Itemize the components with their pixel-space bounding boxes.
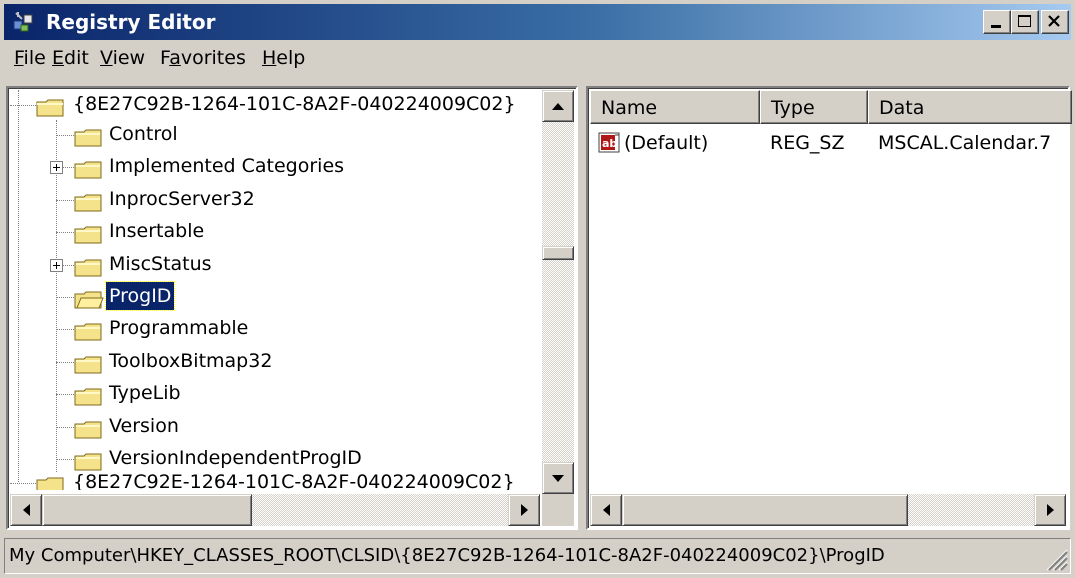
tree-node-progid[interactable]: ProgID — [10, 281, 540, 312]
tree-node-label: {8E27C92E-1264-101C-8A2F-040224009C02} — [73, 471, 515, 490]
tree-node-root[interactable]: {8E27C92B-1264-101C-8A2F-040224009C02} — [10, 90, 540, 120]
window-title: Registry Editor — [46, 10, 216, 34]
list-header: Name Type Data — [590, 90, 1072, 124]
folder-icon — [36, 475, 66, 490]
folder-icon — [74, 321, 104, 341]
title-bar[interactable]: Registry Editor — [4, 4, 1071, 40]
maximize-button[interactable] — [1011, 10, 1039, 34]
folder-icon — [74, 224, 104, 244]
resize-grip-icon[interactable] — [1042, 545, 1068, 571]
tree-node-programmable[interactable]: Programmable — [10, 314, 540, 344]
tree-node-insertable[interactable]: Insertable — [10, 217, 540, 247]
tree-node-label: Insertable — [109, 220, 205, 243]
tree-node-label: MiscStatus — [109, 252, 212, 275]
folder-icon — [74, 257, 104, 277]
tree-horizontal-scrollbar[interactable] — [10, 494, 540, 526]
menu-view[interactable]: View — [94, 46, 151, 70]
values-list-pane[interactable]: Name Type Data ab (Default) REG_SZ MSCAL… — [586, 86, 1072, 530]
menu-favorites[interactable]: Favorites — [154, 46, 252, 70]
tree-node-version[interactable]: Version — [10, 412, 540, 442]
value-type: REG_SZ — [770, 132, 845, 154]
folder-icon — [74, 127, 104, 147]
folder-icon — [74, 192, 104, 212]
tree-node-inprocserver32[interactable]: InprocServer32 — [10, 185, 540, 215]
tree-hscroll-thumb[interactable] — [42, 494, 252, 526]
list-horizontal-scrollbar[interactable] — [590, 494, 1066, 526]
scroll-left-button[interactable] — [590, 494, 622, 526]
tree-node-toolboxbitmap32[interactable]: ToolboxBitmap32 — [10, 347, 540, 377]
folder-open-icon — [74, 289, 104, 309]
folder-icon — [74, 386, 104, 406]
string-value-icon: ab — [598, 132, 622, 154]
tree-node-control[interactable]: Control — [10, 120, 540, 150]
tree-vertical-scrollbar[interactable] — [542, 90, 574, 494]
registry-editor-icon — [12, 11, 36, 33]
tree-vscroll-thumb[interactable] — [542, 246, 574, 260]
tree-node-label: TypeLib — [109, 382, 181, 405]
key-tree[interactable]: {8E27C92B-1264-101C-8A2F-040224009C02} C… — [10, 90, 540, 492]
tree-node-miscstatus[interactable]: MiscStatus — [10, 250, 540, 280]
scrollbar-corner — [542, 494, 574, 526]
column-header-data[interactable]: Data — [868, 90, 1072, 124]
registry-editor-window: Registry Editor File Edit View Favorites… — [0, 0, 1075, 578]
tree-node-label: {8E27C92B-1264-101C-8A2F-040224009C02} — [73, 93, 516, 115]
folder-icon — [74, 354, 104, 374]
scroll-up-button[interactable] — [542, 90, 574, 122]
tree-node-next[interactable]: {8E27C92E-1264-101C-8A2F-040224009C02} — [10, 468, 540, 490]
tree-node-label: Control — [109, 123, 178, 145]
tree-node-label: Implemented Categories — [109, 155, 345, 178]
tree-node-implemented-categories[interactable]: Implemented Categories — [10, 152, 540, 182]
menu-edit[interactable]: Edit — [46, 46, 95, 70]
value-name: (Default) — [624, 132, 709, 154]
expand-plus-icon[interactable] — [50, 161, 63, 175]
tree-node-label: ProgID — [104, 281, 176, 311]
tree-node-label: InprocServer32 — [109, 187, 255, 210]
menu-bar: File Edit View Favorites Help — [4, 42, 1071, 74]
key-tree-pane[interactable]: {8E27C92B-1264-101C-8A2F-040224009C02} C… — [6, 86, 578, 530]
value-data: MSCAL.Calendar.7 — [878, 132, 1052, 154]
folder-icon — [74, 419, 104, 439]
list-item[interactable]: ab (Default) REG_SZ MSCAL.Calendar.7 — [590, 128, 1068, 158]
folder-open-icon — [36, 97, 66, 117]
column-header-name[interactable]: Name — [590, 90, 760, 124]
scroll-left-button[interactable] — [10, 494, 42, 526]
tree-node-typelib[interactable]: TypeLib — [10, 379, 540, 409]
minimize-button[interactable] — [983, 10, 1011, 34]
expand-plus-icon[interactable] — [50, 258, 63, 272]
tree-node-label: ToolboxBitmap32 — [109, 349, 273, 372]
scroll-right-button[interactable] — [1034, 494, 1066, 526]
close-button[interactable] — [1041, 10, 1069, 34]
scroll-right-button[interactable] — [508, 494, 540, 526]
tree-node-label: Version — [109, 414, 179, 437]
status-bar: My Computer\HKEY_CLASSES_ROOT\CLSID\{8E2… — [4, 538, 1071, 574]
svg-text:ab: ab — [602, 137, 617, 150]
folder-icon — [74, 159, 104, 179]
column-header-type[interactable]: Type — [760, 90, 868, 124]
tree-node-label: Programmable — [109, 317, 249, 340]
scroll-down-button[interactable] — [542, 462, 574, 494]
status-path: My Computer\HKEY_CLASSES_ROOT\CLSID\{8E2… — [9, 545, 885, 566]
list-hscroll-thumb[interactable] — [622, 494, 908, 526]
menu-help[interactable]: Help — [256, 46, 311, 70]
